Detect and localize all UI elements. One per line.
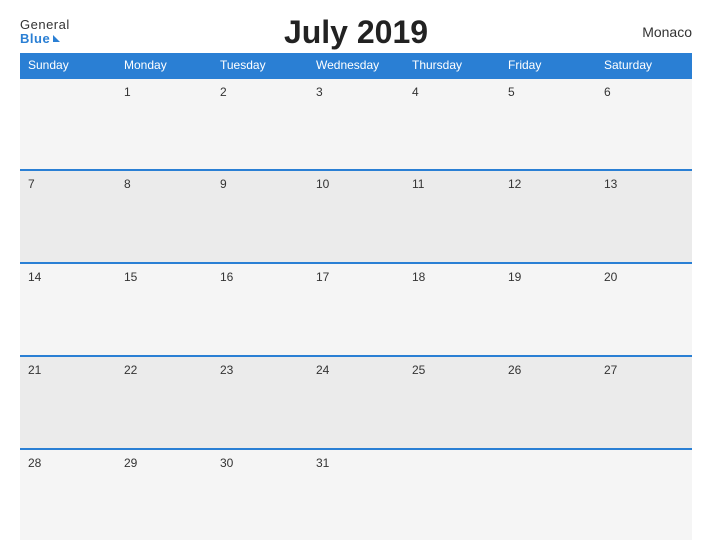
calendar-page: General Blue July 2019 Monaco SundayMond… bbox=[0, 0, 712, 550]
day-header-sunday: Sunday bbox=[20, 53, 116, 78]
calendar-cell: 9 bbox=[212, 170, 308, 263]
calendar-title: July 2019 bbox=[284, 14, 428, 51]
day-header-thursday: Thursday bbox=[404, 53, 500, 78]
logo-triangle-icon bbox=[53, 35, 60, 42]
week-row-5: 28293031 bbox=[20, 449, 692, 540]
calendar-cell: 11 bbox=[404, 170, 500, 263]
calendar-cell: 18 bbox=[404, 263, 500, 356]
logo-general-text: General bbox=[20, 18, 70, 32]
calendar-cell: 13 bbox=[596, 170, 692, 263]
calendar-cell: 4 bbox=[404, 78, 500, 171]
calendar-cell: 21 bbox=[20, 356, 116, 449]
day-header-wednesday: Wednesday bbox=[308, 53, 404, 78]
calendar-cell: 10 bbox=[308, 170, 404, 263]
week-row-2: 78910111213 bbox=[20, 170, 692, 263]
calendar-cell: 28 bbox=[20, 449, 116, 540]
day-header-tuesday: Tuesday bbox=[212, 53, 308, 78]
calendar-cell: 24 bbox=[308, 356, 404, 449]
calendar-cell bbox=[596, 449, 692, 540]
calendar-cell: 16 bbox=[212, 263, 308, 356]
day-header-monday: Monday bbox=[116, 53, 212, 78]
week-row-3: 14151617181920 bbox=[20, 263, 692, 356]
calendar-cell: 17 bbox=[308, 263, 404, 356]
calendar-cell bbox=[20, 78, 116, 171]
calendar-cell bbox=[500, 449, 596, 540]
country-label: Monaco bbox=[642, 24, 692, 40]
calendar-cell: 12 bbox=[500, 170, 596, 263]
calendar-cell: 6 bbox=[596, 78, 692, 171]
calendar-cell: 5 bbox=[500, 78, 596, 171]
days-header-row: SundayMondayTuesdayWednesdayThursdayFrid… bbox=[20, 53, 692, 78]
calendar-cell: 20 bbox=[596, 263, 692, 356]
calendar-cell: 3 bbox=[308, 78, 404, 171]
logo: General Blue bbox=[20, 18, 70, 47]
calendar-cell: 7 bbox=[20, 170, 116, 263]
calendar-cell: 22 bbox=[116, 356, 212, 449]
calendar-cell: 8 bbox=[116, 170, 212, 263]
week-row-4: 21222324252627 bbox=[20, 356, 692, 449]
calendar-cell: 19 bbox=[500, 263, 596, 356]
calendar-cell: 23 bbox=[212, 356, 308, 449]
calendar-cell: 30 bbox=[212, 449, 308, 540]
calendar-cell: 27 bbox=[596, 356, 692, 449]
week-row-1: 123456 bbox=[20, 78, 692, 171]
calendar-cell: 15 bbox=[116, 263, 212, 356]
calendar-cell: 1 bbox=[116, 78, 212, 171]
logo-blue-text: Blue bbox=[20, 32, 60, 46]
calendar-cell: 29 bbox=[116, 449, 212, 540]
calendar-cell: 2 bbox=[212, 78, 308, 171]
calendar-cell: 31 bbox=[308, 449, 404, 540]
calendar-table: SundayMondayTuesdayWednesdayThursdayFrid… bbox=[20, 53, 692, 540]
calendar-cell: 14 bbox=[20, 263, 116, 356]
day-header-friday: Friday bbox=[500, 53, 596, 78]
day-header-saturday: Saturday bbox=[596, 53, 692, 78]
calendar-cell: 26 bbox=[500, 356, 596, 449]
calendar-header: General Blue July 2019 Monaco bbox=[20, 18, 692, 47]
calendar-cell: 25 bbox=[404, 356, 500, 449]
calendar-cell bbox=[404, 449, 500, 540]
